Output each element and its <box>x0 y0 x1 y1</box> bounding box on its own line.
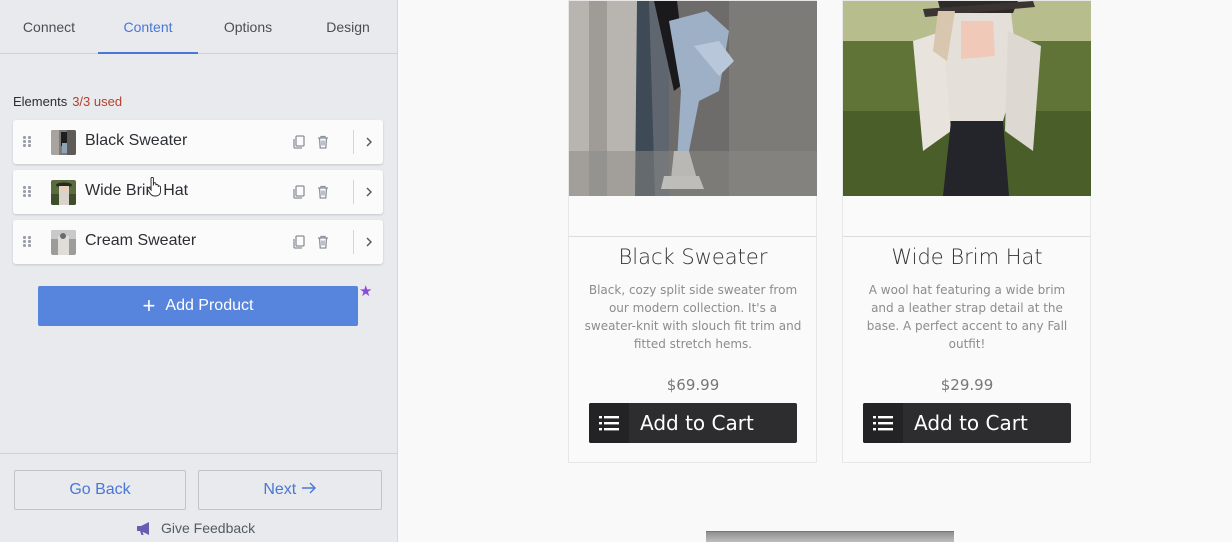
give-feedback-label: Give Feedback <box>161 520 256 536</box>
product-card: Black Sweater Black, cozy split side swe… <box>568 0 817 463</box>
tab-connect[interactable]: Connect <box>0 0 98 54</box>
next-label: Next <box>263 481 297 498</box>
sidebar-footer: Go Back Next Give Feedback <box>0 453 398 542</box>
elements-usage-count: 3/3 used <box>72 94 123 109</box>
arrow-right-icon <box>301 482 316 494</box>
product-price: $69.99 <box>666 376 720 394</box>
copy-icon[interactable] <box>291 134 307 150</box>
element-item-label: Black Sweater <box>85 132 188 149</box>
add-to-cart-label: Add to Cart <box>640 411 754 435</box>
add-to-cart-button[interactable]: Add to Cart <box>863 403 1071 443</box>
product-description: A wool hat featuring a wide brim and a l… <box>866 283 1068 351</box>
tab-options[interactable]: Options <box>198 0 298 54</box>
add-to-cart-button[interactable]: Add to Cart <box>589 403 797 443</box>
star-icon: ★ <box>359 283 373 300</box>
tab-design[interactable]: Design <box>298 0 398 54</box>
chevron-right-icon[interactable] <box>362 184 376 200</box>
card-divider <box>569 236 817 237</box>
trash-icon[interactable] <box>315 184 331 200</box>
list-icon <box>589 403 629 443</box>
wide-brim-hat-thumbnail <box>51 180 76 205</box>
copy-icon[interactable] <box>291 184 307 200</box>
plus-icon: + <box>142 293 156 318</box>
product-title: Black Sweater <box>618 245 768 269</box>
add-product-button[interactable]: + Add Product <box>38 286 358 326</box>
tab-content[interactable]: Content <box>98 0 198 54</box>
cream-sweater-photo-partial <box>706 531 954 542</box>
chevron-right-icon[interactable] <box>362 134 376 150</box>
item-divider <box>353 230 354 254</box>
product-title: Wide Brim Hat <box>891 245 1043 269</box>
elements-header: Elements 3/3 used <box>13 94 122 109</box>
add-to-cart-label: Add to Cart <box>914 411 1028 435</box>
product-description: Black, cozy split side sweater from our … <box>584 283 802 351</box>
item-divider <box>353 180 354 204</box>
copy-icon[interactable] <box>291 234 307 250</box>
product-card: Wide Brim Hat A wool hat featuring a wid… <box>842 0 1091 463</box>
chevron-right-icon[interactable] <box>362 234 376 250</box>
drag-handle-icon[interactable] <box>23 236 33 248</box>
product-preview-area: Black Sweater Black, cozy split side swe… <box>399 0 1232 542</box>
add-product-label: Add Product <box>165 297 254 314</box>
item-divider <box>353 130 354 154</box>
element-item-label: Wide Brim Hat <box>85 182 189 199</box>
tab-bar: Connect Content Options Design <box>0 0 398 54</box>
drag-handle-icon[interactable] <box>23 186 33 198</box>
list-icon <box>863 403 903 443</box>
megaphone-icon <box>137 521 149 535</box>
go-back-button[interactable]: Go Back <box>14 470 186 510</box>
trash-icon[interactable] <box>315 234 331 250</box>
black-sweater-photo <box>569 1 817 196</box>
element-item-label: Cream Sweater <box>85 232 197 249</box>
editor-sidebar: Connect Content Options Design Elements 3… <box>0 0 398 542</box>
cream-sweater-thumbnail <box>51 230 76 255</box>
give-feedback-link[interactable]: Give Feedback <box>136 520 255 536</box>
drag-handle-icon[interactable] <box>23 136 33 148</box>
elements-heading: Elements <box>13 94 68 109</box>
trash-icon[interactable] <box>315 134 331 150</box>
element-item[interactable]: Wide Brim Hat <box>13 170 383 214</box>
card-divider <box>843 236 1091 237</box>
wide-brim-hat-photo <box>843 1 1091 196</box>
next-button[interactable]: Next <box>198 470 382 510</box>
black-sweater-thumbnail <box>51 130 76 155</box>
element-item[interactable]: Cream Sweater <box>13 220 383 264</box>
hand-cursor-icon <box>146 177 161 197</box>
element-item[interactable]: Black Sweater <box>13 120 383 164</box>
product-price: $29.99 <box>940 376 994 394</box>
